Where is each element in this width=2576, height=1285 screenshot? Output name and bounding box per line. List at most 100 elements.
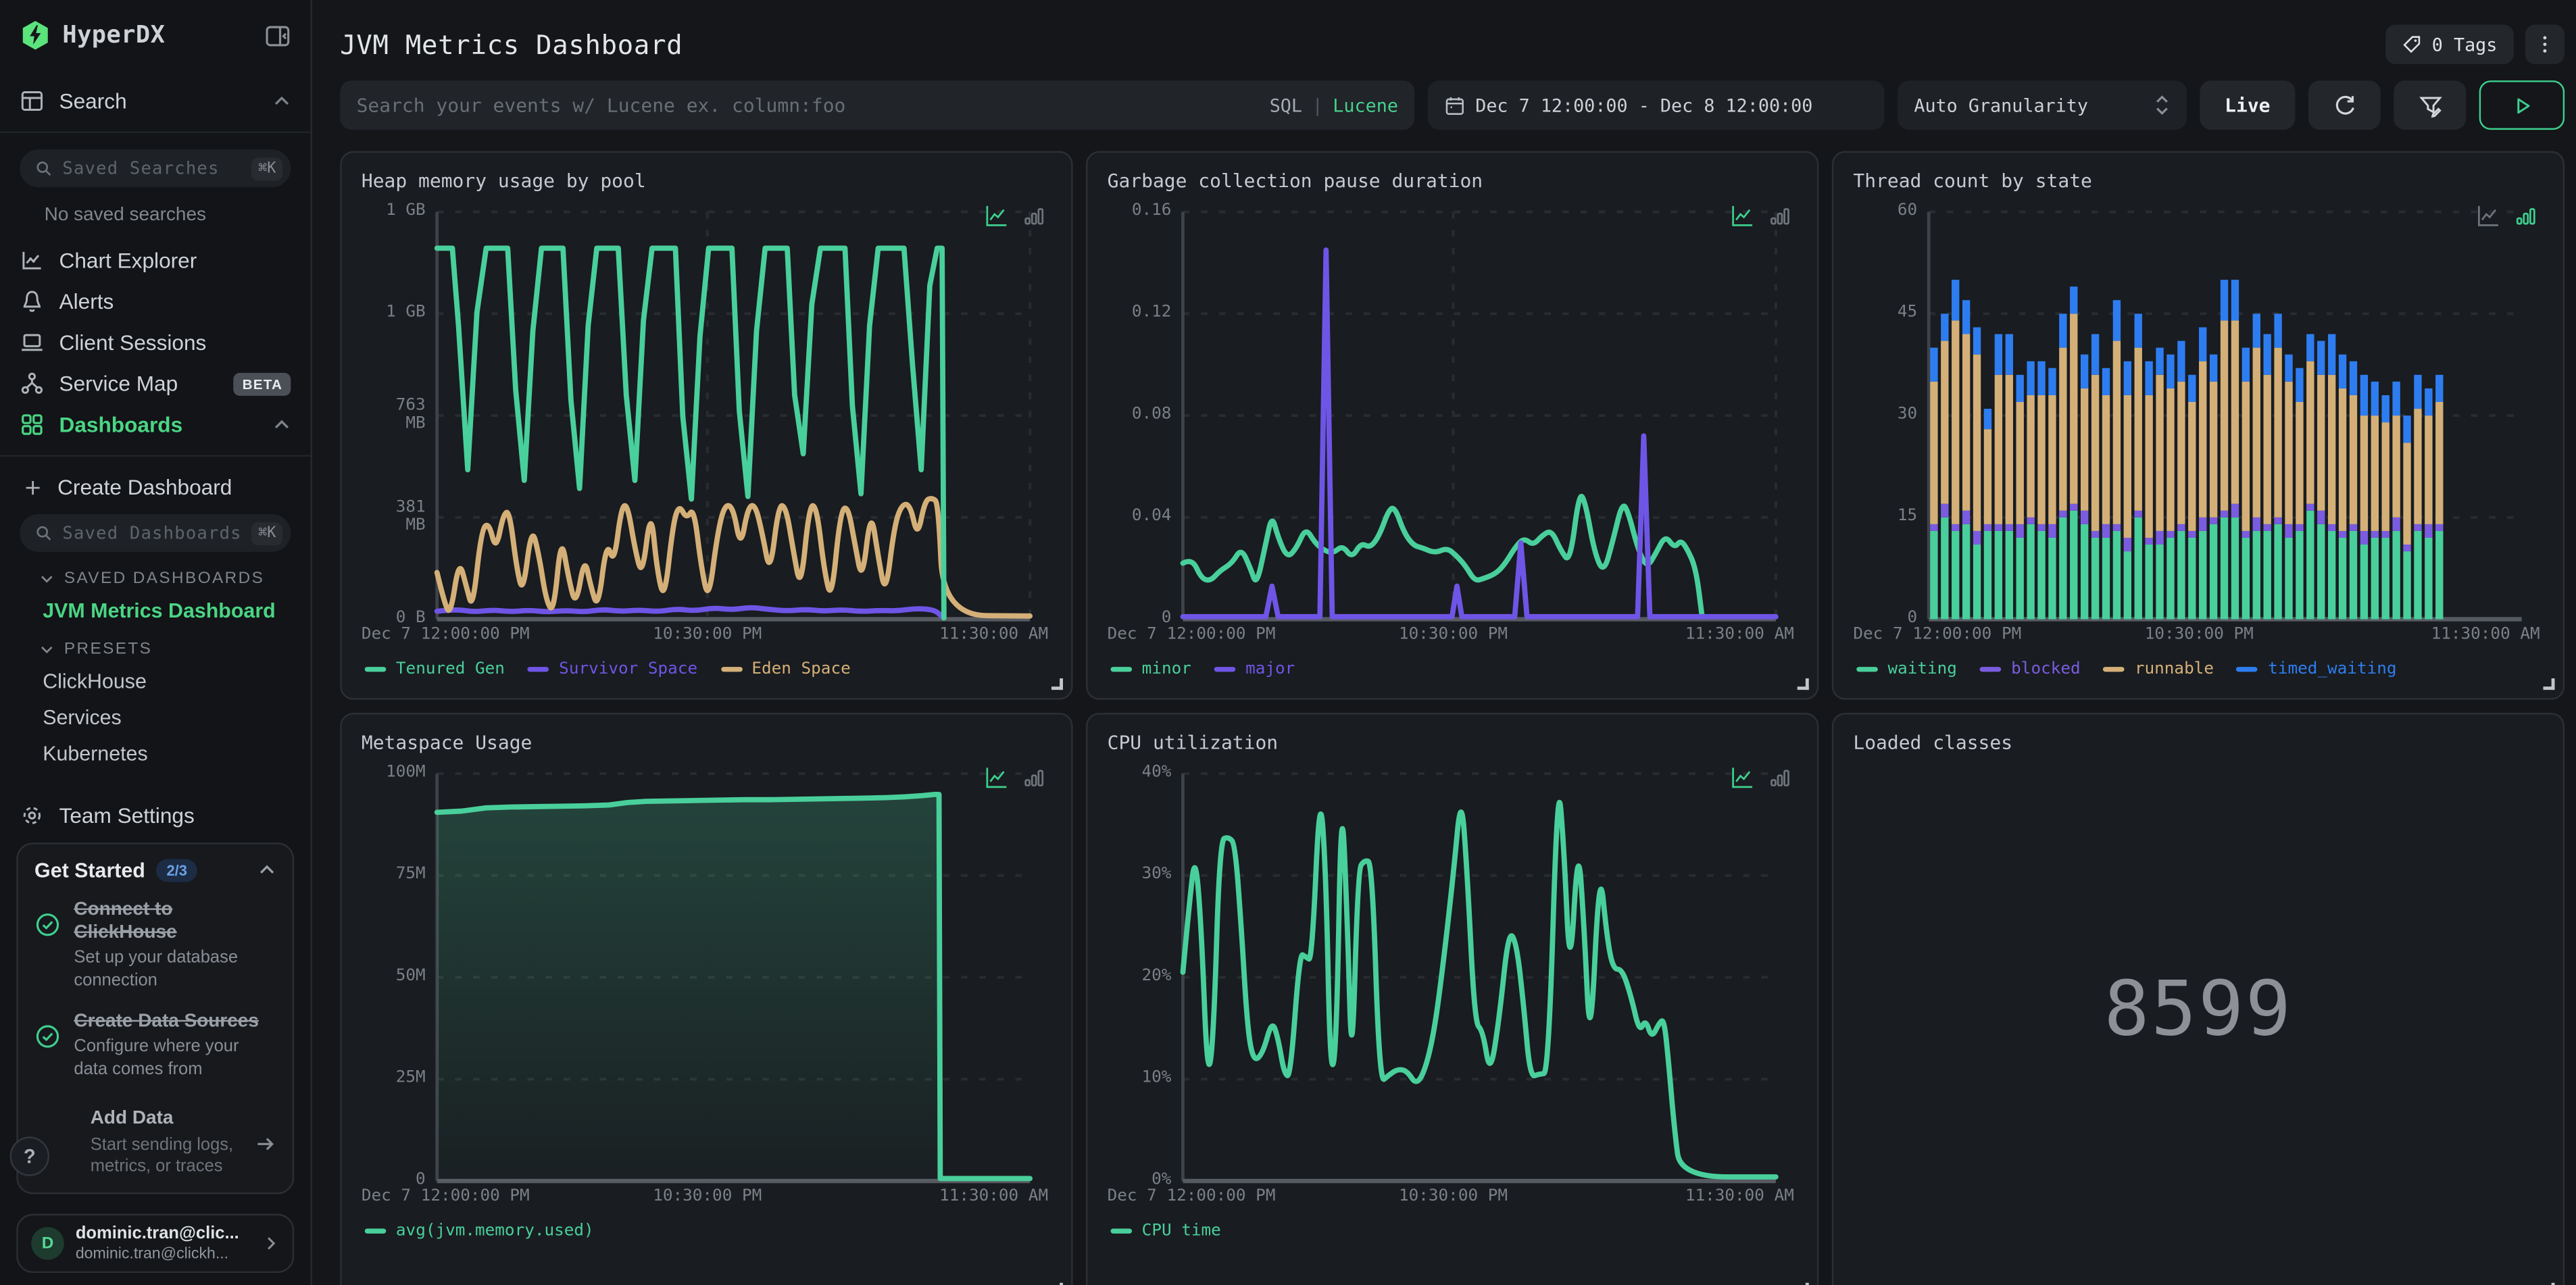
loaded-classes-value: 8599 (2104, 964, 2293, 1053)
sidebar-item-jvm-metrics-dashboard[interactable]: JVM Metrics Dashboard (0, 593, 310, 629)
line-chart-toggle-icon[interactable] (1730, 765, 1754, 790)
more-options-button[interactable] (2525, 24, 2565, 64)
sidebar-item-label: Service Map (59, 371, 178, 396)
legend-item[interactable]: waiting (1856, 660, 1957, 678)
user-menu[interactable]: D dominic.tran@clic... dominic.tran@clic… (16, 1213, 295, 1274)
panel-heap-memory: Heap memory usage by pool 1 GB 1 GB 763 MB… (340, 151, 1073, 700)
chevron-up-icon (274, 420, 289, 429)
x-axis-labels: Dec 7 12:00:00 PM 10:30:00 PM 11:30:00 AM (1853, 626, 2540, 645)
chart-plot-area[interactable] (1183, 212, 1797, 620)
bar-chart-toggle-icon[interactable] (1022, 765, 1046, 790)
saved-searches-input[interactable]: Saved Searches ⌘K (20, 149, 291, 188)
panel-title: Heap memory usage by pool (361, 169, 646, 193)
sidebar-item-label: Client Sessions (59, 330, 207, 355)
sidebar-item-label: Chart Explorer (59, 248, 197, 273)
get-started-step-add-data[interactable]: Add Data Start sending logs, metrics, or… (34, 1108, 276, 1180)
divider (0, 131, 311, 133)
main-content: JVM Metrics Dashboard 0 Tags Search your… (312, 0, 2576, 1285)
bar-chart-toggle-icon[interactable] (1022, 203, 1046, 228)
event-search-input[interactable]: Search your events w/ Lucene ex. column:… (340, 80, 1415, 130)
sidebar-item-kubernetes[interactable]: Kubernetes (0, 736, 310, 772)
y-axis-labels: 60 45 30 15 0 (1897, 201, 1918, 628)
chevron-up-icon[interactable] (258, 861, 276, 879)
sidebar-item-alerts[interactable]: Alerts (0, 281, 310, 322)
sidebar-item-label: Search (59, 89, 127, 114)
step-desc: Start sending logs, metrics, or traces (90, 1134, 234, 1177)
date-range-picker[interactable]: Dec 7 12:00:00 - Dec 8 12:00:00 (1427, 80, 1885, 130)
line-chart-toggle-icon[interactable] (984, 765, 1008, 790)
legend-item[interactable]: blocked (1979, 660, 2081, 678)
chart-plot-area[interactable] (1183, 774, 1797, 1181)
chart-legend: Tenured Gen Survivor Space Eden Space (362, 660, 1051, 678)
line-chart-toggle-icon[interactable] (1730, 203, 1754, 228)
line-chart-toggle-icon[interactable] (2476, 203, 2500, 228)
saved-dashboards-input[interactable]: Saved Dashboards ⌘K (20, 513, 291, 552)
chart-legend: waiting blocked runnable timed_waiting (1853, 660, 2543, 678)
user-email: dominic.tran@clickh... (75, 1244, 229, 1263)
step-desc: Set up your database connection (74, 948, 239, 991)
granularity-select[interactable]: Auto Granularity (1898, 80, 2187, 130)
sidebar-item-services[interactable]: Services (0, 700, 310, 736)
bar-chart-toggle-icon[interactable] (2514, 203, 2538, 228)
kebab-icon (2542, 32, 2548, 55)
sidebar-item-client-sessions[interactable]: Client Sessions (0, 322, 310, 363)
chart-legend: minor major (1108, 660, 1798, 678)
saved-dashboards-placeholder: Saved Dashboards (62, 523, 242, 543)
create-dashboard-button[interactable]: Create Dashboard (0, 466, 310, 507)
run-query-button[interactable] (2479, 80, 2565, 130)
panel-thread-count: Thread count by state 60 45 30 15 0 Dec 7 12… (1831, 151, 2565, 700)
panel-metaspace: Metaspace Usage 100M 75M 50M 25M 0 Dec 7 12:… (340, 713, 1073, 1285)
panel-title: Metaspace Usage (361, 730, 532, 754)
sidebar-item-dashboards[interactable]: Dashboards (0, 404, 310, 445)
legend-item[interactable]: major (1214, 660, 1295, 678)
sidebar-item-chart-explorer[interactable]: Chart Explorer (0, 240, 310, 281)
language-toggle-sql[interactable]: SQL (1270, 95, 1302, 116)
y-axis-labels: 0.16 0.12 0.08 0.04 0 (1131, 201, 1172, 628)
legend-item[interactable]: Eden Space (720, 660, 851, 678)
x-axis-labels: Dec 7 12:00:00 PM 10:30:00 PM 11:30:00 AM (361, 626, 1049, 645)
section-saved-dashboards[interactable]: SAVED DASHBOARDS (0, 559, 310, 593)
legend-item[interactable]: CPU time (1110, 1222, 1221, 1240)
search-page-icon (21, 91, 43, 111)
get-started-step-data-sources[interactable]: Create Data Sources Configure where your… (34, 1009, 276, 1081)
chart-plot-area[interactable] (1929, 212, 2543, 620)
user-name: dominic.tran@clic... (75, 1224, 239, 1244)
sidebar-item-search[interactable]: Search (0, 80, 310, 122)
sidebar-item-service-map[interactable]: Service Map BETA (0, 363, 310, 404)
get-started-progress-badge: 2/3 (156, 858, 197, 882)
gear-icon (23, 807, 41, 824)
filter-edit-button[interactable] (2394, 80, 2467, 130)
line-chart-toggle-icon[interactable] (984, 203, 1008, 228)
section-presets[interactable]: PRESETS (0, 629, 310, 663)
legend-item[interactable]: minor (1110, 660, 1191, 678)
get-started-step-connect[interactable]: Connect to ClickHouse Set up your databa… (34, 898, 276, 993)
legend-item[interactable]: timed_waiting (2237, 660, 2397, 678)
chart-plot-area[interactable] (437, 774, 1051, 1181)
legend-item[interactable]: avg(jvm.memory.used) (364, 1222, 594, 1240)
help-button[interactable]: ? (9, 1136, 49, 1176)
legend-item[interactable]: runnable (2103, 660, 2214, 678)
language-toggle-lucene[interactable]: Lucene (1333, 95, 1398, 116)
sidebar-item-team-settings[interactable]: Team Settings (0, 795, 310, 836)
search-icon (36, 526, 51, 540)
legend-item[interactable]: Survivor Space (527, 660, 697, 678)
bar-chart-toggle-icon[interactable] (1768, 203, 1792, 228)
bar-chart-toggle-icon[interactable] (1768, 765, 1792, 790)
sidebar: HyperDX Search Saved Searches ⌘K No save… (0, 0, 312, 1285)
create-dashboard-label: Create Dashboard (57, 474, 232, 500)
step-desc: Configure where your data comes from (74, 1036, 239, 1079)
tags-button[interactable]: 0 Tags (2385, 24, 2514, 64)
panel-resize-handle[interactable] (1051, 678, 1063, 690)
panel-resize-handle[interactable] (1797, 678, 1809, 690)
sidebar-collapse-icon[interactable] (264, 22, 291, 49)
panel-title: Garbage collection pause duration (1107, 169, 1483, 193)
play-icon (2517, 97, 2529, 113)
live-button[interactable]: Live (2200, 80, 2296, 130)
avatar: D (31, 1227, 64, 1260)
panel-loaded-classes: Loaded classes 8599 (1831, 713, 2565, 1285)
chart-plot-area[interactable] (437, 212, 1051, 620)
legend-item[interactable]: Tenured Gen (364, 660, 505, 678)
refresh-button[interactable] (2308, 80, 2381, 130)
panel-resize-handle[interactable] (2543, 678, 2555, 690)
sidebar-item-clickhouse[interactable]: ClickHouse (0, 663, 310, 699)
